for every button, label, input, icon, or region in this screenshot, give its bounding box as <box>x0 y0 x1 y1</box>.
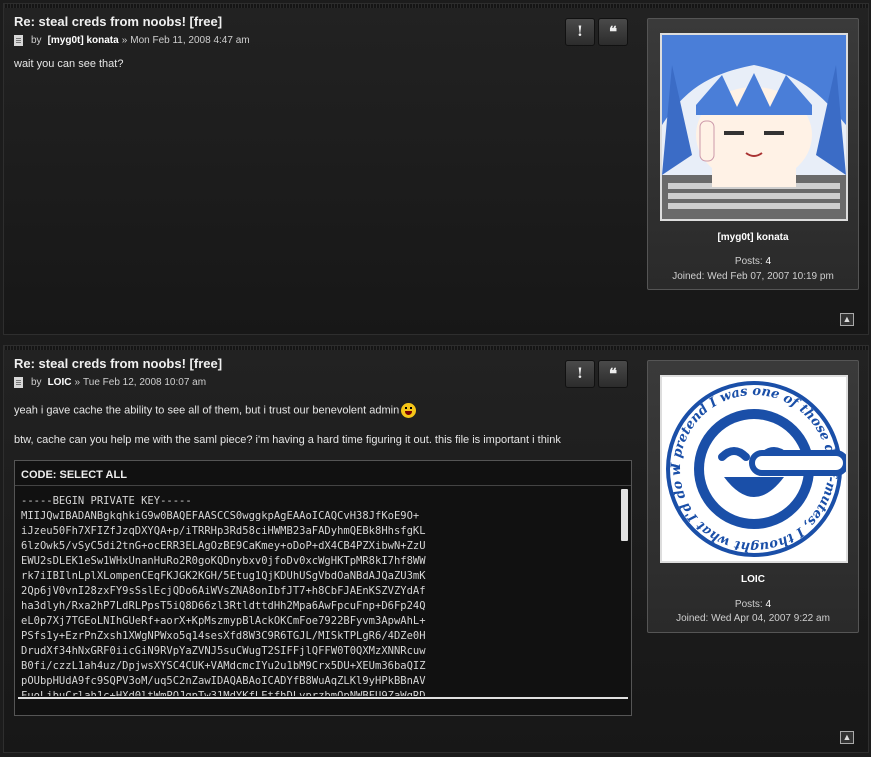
code-line: 2Qp6jV0vnI28zxFY9sSslEcjQDo6AiWVsZNA8onI… <box>21 585 426 597</box>
laughing-smiley-icon <box>401 403 417 418</box>
laughing-man-avatar-image: I pretend I was one of those deaf-mutes,… <box>662 377 846 561</box>
code-line: B0fi/czzL1ah4uz/DpjwsXYSC4CUK+VAMdcmcIYu… <box>21 660 426 672</box>
code-line: MIIJQwIBADANBgkqhkiG9w0BAQEFAASCCS0wggkp… <box>21 510 420 522</box>
joined-date: Wed Feb 07, 2007 10:19 pm <box>707 271 834 282</box>
user-profile: I pretend I was one of those deaf-mutes,… <box>647 360 859 633</box>
code-line: -----BEGIN PRIVATE KEY----- <box>21 495 192 507</box>
avatar[interactable]: I pretend I was one of those deaf-mutes,… <box>660 375 848 563</box>
post-author[interactable]: [myg0t] konata <box>48 35 119 46</box>
post-meta: by LOIC » Tue Feb 12, 2008 10:07 am <box>14 377 209 388</box>
quote-button[interactable]: ❝ <box>598 360 628 388</box>
post-title[interactable]: Re: steal creds from noobs! [free] <box>14 14 222 29</box>
quote-icon: ❝ <box>608 365 618 383</box>
user-profile: [myg0t] konata Posts: 4 Joined: Wed Feb … <box>647 18 859 290</box>
post-date: Tue Feb 12, 2008 10:07 am <box>83 377 207 388</box>
meta-separator: » <box>74 377 81 388</box>
post-2: Re: steal creds from noobs! [free] by LO… <box>3 345 869 753</box>
code-line: pOUbpHUdA9fc9SQPV3oM/uq5C2nZawIDAQABAoIC… <box>21 675 426 687</box>
back-to-top-icon[interactable]: ▲ <box>840 731 854 744</box>
report-button[interactable]: ! <box>565 360 595 388</box>
code-header[interactable]: CODE: SELECT ALL <box>15 461 631 486</box>
joined-label: Joined: <box>672 271 705 282</box>
code-line: eL0p7Xj7TGEoLNIhGUeRf+aorX+KpMszmypBlAck… <box>21 615 426 627</box>
post-meta: by [myg0t] konata » Mon Feb 11, 2008 4:4… <box>14 35 253 46</box>
profile-joined: Joined: Wed Feb 07, 2007 10:19 pm <box>648 271 858 282</box>
anime-avatar-image <box>662 35 846 219</box>
post-body-line: wait you can see that? <box>14 58 124 70</box>
joined-label: Joined: <box>676 613 709 624</box>
code-line: PSfs1y+EzrPnZxsh1XWgNPWxo5q14sesXfd8W3C9… <box>21 630 426 642</box>
joined-date: Wed Apr 04, 2007 9:22 am <box>711 613 830 624</box>
post-date: Mon Feb 11, 2008 4:47 am <box>130 35 250 46</box>
post-1: Re: steal creds from noobs! [free] by [m… <box>3 3 869 335</box>
post-doc-icon[interactable] <box>14 377 23 388</box>
post-body-line: btw, cache can you help me with the saml… <box>14 434 561 446</box>
profile-joined: Joined: Wed Apr 04, 2007 9:22 am <box>648 613 858 624</box>
post-doc-icon[interactable] <box>14 35 23 46</box>
by-label: by <box>31 377 42 388</box>
quote-button[interactable]: ❝ <box>598 18 628 46</box>
posts-count[interactable]: 4 <box>766 599 772 610</box>
report-icon: ! <box>576 24 584 40</box>
posts-label: Posts: <box>734 256 763 267</box>
avatar[interactable] <box>660 33 848 221</box>
report-button[interactable]: ! <box>565 18 595 46</box>
code-block: CODE: SELECT ALL -----BEGIN PRIVATE KEY-… <box>14 460 632 716</box>
back-to-top-icon[interactable]: ▲ <box>840 313 854 326</box>
code-line: DrudXf34hNxGRF0iicGiN9RVpYaZVNJ5suCWugT2… <box>21 645 426 657</box>
by-label: by <box>31 35 42 46</box>
post-body-line: yeah i gave cache the ability to see all… <box>14 403 417 418</box>
post-title[interactable]: Re: steal creds from noobs! [free] <box>14 356 222 371</box>
code-vertical-scrollbar[interactable] <box>621 489 628 541</box>
profile-posts: Posts: 4 <box>648 599 858 610</box>
code-line: ha3dlyh/Rxa2hP7LdRLPpsT5iQ8D66zl3Rtldttd… <box>21 600 426 612</box>
quote-icon: ❝ <box>608 23 618 41</box>
code-line: EWU2sDLEK1eSw1WHxUnanHuRo2R0goKQDnybxv0j… <box>21 555 426 567</box>
profile-username[interactable]: LOIC <box>648 574 858 585</box>
profile-username[interactable]: [myg0t] konata <box>648 232 858 243</box>
report-icon: ! <box>576 366 584 382</box>
profile-posts: Posts: 4 <box>648 256 858 267</box>
code-line: iJzeu50Fh7XFIZfJzqDXYQA+p/iTRRHp3Rd58ciH… <box>21 525 426 537</box>
posts-count[interactable]: 4 <box>766 256 772 267</box>
meta-separator: » <box>121 35 128 46</box>
code-horizontal-scrollbar[interactable] <box>18 697 628 699</box>
posts-label: Posts: <box>734 599 763 610</box>
post-body-text: yeah i gave cache the ability to see all… <box>14 404 400 417</box>
post-author[interactable]: LOIC <box>48 377 72 388</box>
code-line: 6lzOwk5/vSyC5di2tnG+ocERR3ELAgOzBE9CaKme… <box>21 540 426 552</box>
code-line: FuoLjbuCrlah1c+HXd0ltWmPOJgpTw31MdYKfLEt… <box>21 690 426 696</box>
code-line: rk7iIBIlnLplXLompenCEqFKJGK2KGH/5Etug1Qj… <box>21 570 426 582</box>
code-content[interactable]: -----BEGIN PRIVATE KEY----- MIIJQwIBADANB… <box>16 487 628 696</box>
